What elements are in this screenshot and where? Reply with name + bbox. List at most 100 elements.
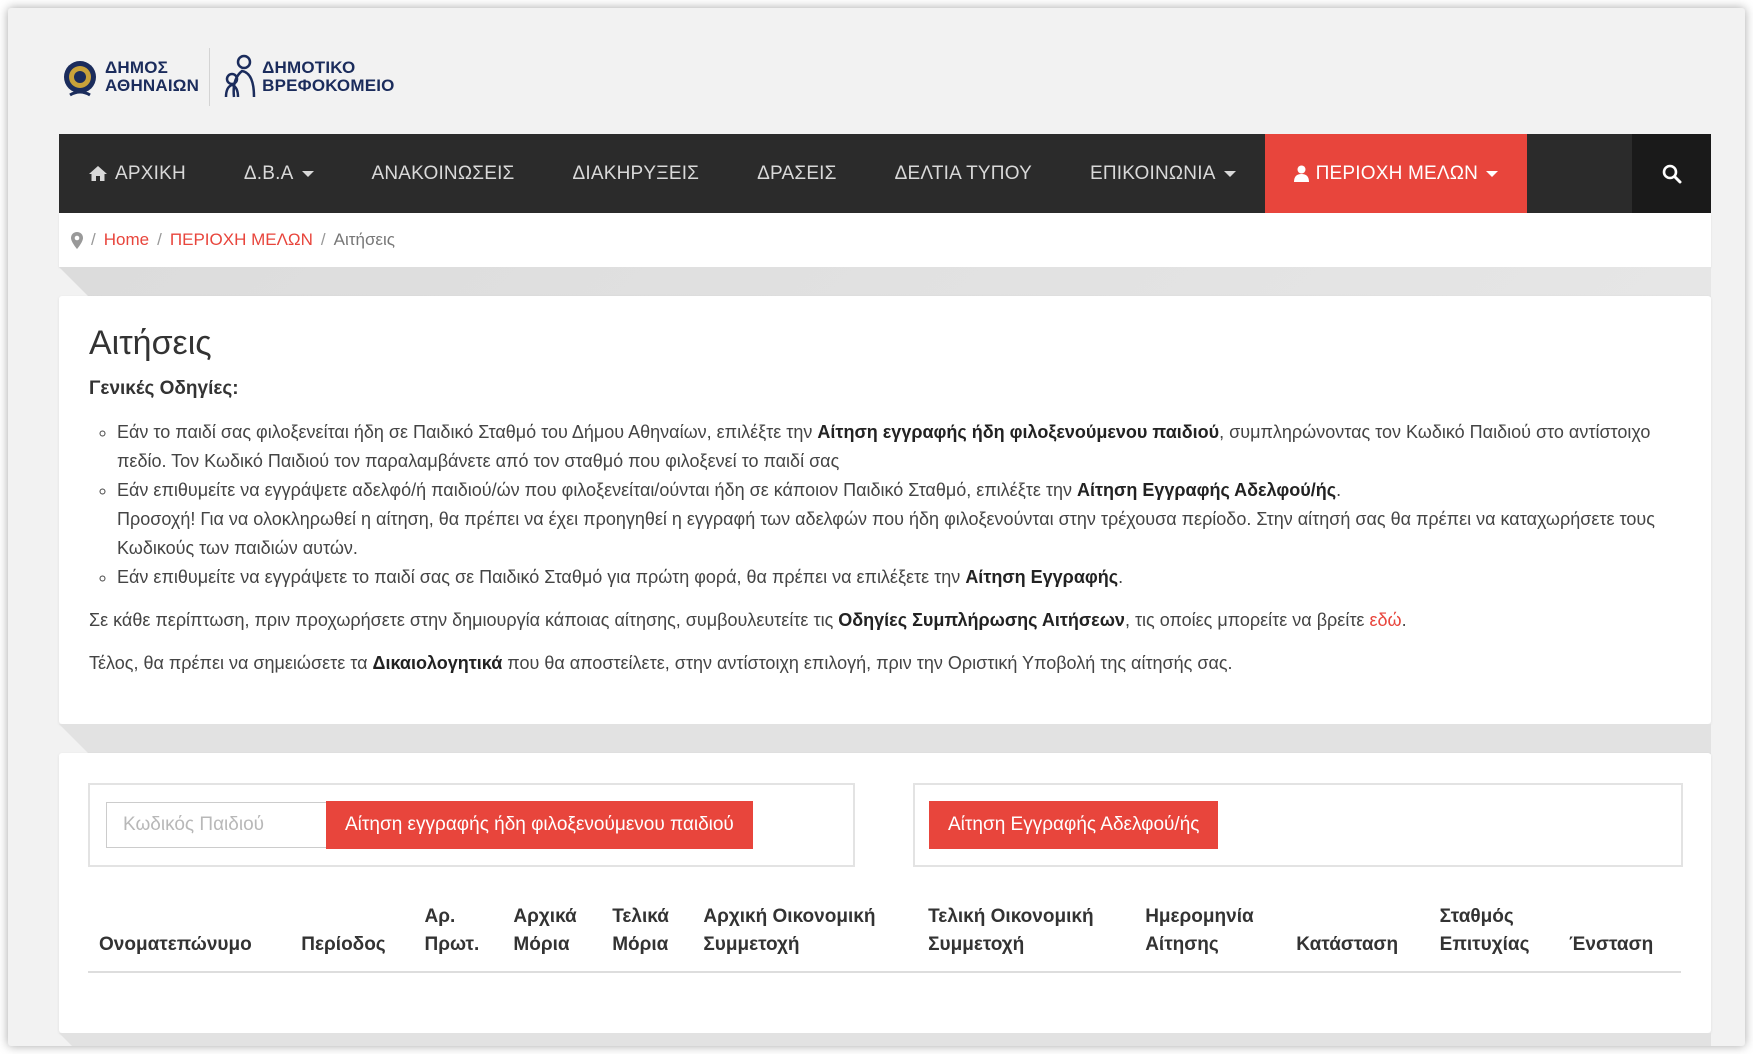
home-icon: [89, 166, 107, 181]
browser-window: ΔΗΜΟΣ ΑΘΗΝΑΙΩΝ ΔΗΜΟΤΙΚΟ ΒΡΕΦΟΚΟΜΕΙΟ ΑΡΧΙ…: [8, 8, 1745, 1046]
logo-divider: [209, 48, 211, 106]
col-header-line: Αρ.: [424, 906, 456, 927]
instruction-item: Εάν το παιδί σας φιλοξενείται ήδη σε Παι…: [117, 418, 1679, 476]
col-application-date[interactable]: Ημερομηνία Αίτησης: [1134, 893, 1286, 973]
col-assigned-station[interactable]: Σταθμός Επιτυχίας: [1428, 893, 1559, 973]
paragraph-text: Τέλος, θα πρέπει να σημειώσετε τα: [89, 653, 373, 673]
municipality-logo-line1: ΔΗΜΟΣ: [105, 58, 169, 77]
search-icon: [1662, 164, 1681, 183]
breadcrumb-separator: /: [157, 230, 162, 249]
col-period[interactable]: Περίοδος: [290, 893, 414, 973]
breadcrumb-members-link[interactable]: ΠΕΡΙΟΧΗ ΜΕΛΩΝ: [170, 230, 313, 250]
col-initial-points[interactable]: Αρχικά Μόρια: [502, 893, 602, 973]
instructions-card: Αιτήσεις Γενικές Οδηγίες: Εάν το παιδί σ…: [59, 296, 1711, 724]
instructions-body: Εάν το παιδί σας φιλοξενείται ήδη σε Παι…: [89, 418, 1679, 678]
nav-members-area-label: ΠΕΡΙΟΧΗ ΜΕΛΩΝ: [1315, 162, 1479, 184]
nav-home-label: ΑΡΧΙΚΗ: [115, 162, 186, 184]
instructions-list: Εάν το παιδί σας φιλοξενείται ήδη σε Παι…: [89, 418, 1679, 592]
guidelines-link[interactable]: εδώ: [1369, 610, 1401, 630]
user-icon: [1293, 165, 1309, 182]
breadcrumb-shadow: [59, 267, 1711, 297]
col-final-fee[interactable]: Τελική Οικονομική Συμμετοχή: [917, 893, 1135, 973]
col-status[interactable]: Κατάσταση: [1285, 893, 1429, 973]
nav-announcements[interactable]: ΑΝΑΚΟΙΝΩΣΕΙΣ: [343, 134, 544, 213]
nav-tenders-label: ΔΙΑΚΗΡΥΞΕΙΣ: [572, 162, 700, 184]
child-code-input[interactable]: [106, 802, 326, 848]
nav-contact[interactable]: ΕΠΙΚΟΙΝΩΝΙΑ: [1061, 134, 1265, 213]
nav-actions[interactable]: ΔΡΑΣΕΙΣ: [728, 134, 865, 213]
col-header-line: Κατάσταση: [1296, 934, 1399, 955]
card-shadow: [59, 1033, 1711, 1046]
applications-table: Ονοματεπώνυμο Περίοδος Αρ. Πρωτ. Αρχικά Μό…: [88, 893, 1681, 973]
nav-members-area[interactable]: ΠΕΡΙΟΧΗ ΜΕΛΩΝ: [1264, 134, 1528, 213]
municipality-logo-line2: ΑΘΗΝΑΙΩΝ: [105, 76, 200, 95]
instruction-text: Εάν επιθυμείτε να εγγράψετε το παιδί σας…: [117, 567, 966, 587]
applications-card: Αίτηση εγγραφής ήδη φιλοξενούμενου παιδι…: [59, 753, 1711, 1033]
instruction-text: Εάν επιθυμείτε να εγγράψετε αδελφό/ή παι…: [117, 480, 1078, 500]
page-title: Αιτήσεις: [89, 324, 212, 362]
sibling-application-button[interactable]: Αίτηση Εγγραφής Αδελφού/ής: [929, 801, 1219, 849]
col-header-line: Αρχικά: [513, 906, 577, 927]
nav-actions-label: ΔΡΑΣΕΙΣ: [757, 162, 837, 184]
breadcrumb-current: Αιτήσεις: [333, 230, 395, 249]
paragraph-text: , τις οποίες μπορείτε να βρείτε: [1124, 610, 1370, 630]
paragraph-text: Σε κάθε περίπτωση, πριν προχωρήσετε στην…: [89, 610, 839, 630]
paragraph-text: .: [1401, 610, 1407, 630]
nav-announcements-label: ΑΝΑΚΟΙΝΩΣΕΙΣ: [371, 162, 515, 184]
instruction-note: Προσοχή! Για να ολοκληρωθεί η αίτηση, θα…: [117, 509, 1655, 558]
col-header-line: Αρχική Οικονομική: [703, 906, 876, 927]
col-header-line: Μόρια: [513, 934, 570, 955]
breadcrumb: / Home / ΠΕΡΙΟΧΗ ΜΕΛΩΝ / Αιτήσεις: [59, 213, 1711, 267]
col-header-line: Ένσταση: [1569, 934, 1654, 955]
athens-seal-icon: [64, 61, 96, 97]
instruction-item: Εάν επιθυμείτε να εγγράψετε το παιδί σας…: [117, 563, 1679, 592]
documents-paragraph: Τέλος, θα πρέπει να σημειώσετε τα Δικαιο…: [89, 649, 1679, 678]
instruction-item: Εάν επιθυμείτε να εγγράψετε αδελφό/ή παι…: [117, 476, 1679, 563]
main-navbar: ΑΡΧΙΚΗ Δ.Β.Α ΑΝΑΚΟΙΝΩΣΕΙΣ ΔΙΑΚΗΡΥΞΕΙΣ ΔΡ…: [59, 134, 1711, 213]
nav-press-releases[interactable]: ΔΕΛΤΙΑ ΤΥΠΟΥ: [866, 134, 1061, 213]
logo-bar: ΔΗΜΟΣ ΑΘΗΝΑΙΩΝ ΔΗΜΟΤΙΚΟ ΒΡΕΦΟΚΟΜΕΙΟ: [62, 42, 395, 112]
guidelines-paragraph: Σε κάθε περίπτωση, πριν προχωρήσετε στην…: [89, 606, 1679, 635]
col-header-line: Περίοδος: [301, 934, 386, 955]
nav-tenders[interactable]: ΔΙΑΚΗΡΥΞΕΙΣ: [544, 134, 729, 213]
nursery-figure-icon: [224, 54, 256, 98]
instruction-bold: Αίτηση εγγραφής ήδη φιλοξενούμενου παιδι…: [817, 422, 1220, 442]
paragraph-bold: Δικαιολογητικά: [372, 653, 503, 673]
existing-child-application-button[interactable]: Αίτηση εγγραφής ήδη φιλοξενούμενου παιδι…: [326, 801, 753, 849]
municipality-logo[interactable]: ΔΗΜΟΣ ΑΘΗΝΑΙΩΝ: [62, 55, 199, 99]
caret-down-icon: [1486, 170, 1499, 177]
col-fullname[interactable]: Ονοματεπώνυμο: [88, 893, 291, 973]
col-header-line: Μόρια: [612, 934, 669, 955]
nursery-logo-line2: ΒΡΕΦΟΚΟΜΕΙΟ: [262, 76, 395, 95]
nav-contact-label: ΕΠΙΚΟΙΝΩΝΙΑ: [1089, 162, 1216, 184]
nav-home[interactable]: ΑΡΧΙΚΗ: [59, 134, 215, 213]
breadcrumb-home-link[interactable]: Home: [104, 230, 149, 250]
table-header-row: Ονοματεπώνυμο Περίοδος Αρ. Πρωτ. Αρχικά Μό…: [88, 893, 1681, 973]
instructions-heading: Γενικές Οδηγίες:: [89, 378, 239, 399]
map-marker-icon: [71, 231, 83, 249]
col-header-line: Τελική Οικονομική: [928, 906, 1094, 927]
paragraph-text: που θα αποστείλετε, στην αντίστοιχη επιλ…: [502, 653, 1233, 673]
nursery-logo-line1: ΔΗΜΟΤΙΚΟ: [262, 58, 356, 77]
instruction-bold: Αίτηση Εγγραφής: [965, 567, 1119, 587]
col-initial-fee[interactable]: Αρχική Οικονομική Συμμετοχή: [692, 893, 918, 973]
instruction-text: Εάν το παιδί σας φιλοξενείται ήδη σε Παι…: [117, 422, 818, 442]
col-header-line: Πρωτ.: [424, 934, 480, 955]
nav-dva-label: Δ.Β.Α: [243, 162, 294, 184]
col-final-points[interactable]: Τελικά Μόρια: [601, 893, 693, 973]
col-header-line: Τελικά: [612, 906, 669, 927]
col-header-line: Σταθμός: [1439, 906, 1514, 927]
col-objection[interactable]: Ένσταση: [1558, 893, 1681, 973]
paragraph-bold: Οδηγίες Συμπλήρωσης Αιτήσεων: [838, 610, 1125, 630]
caret-down-icon: [301, 170, 314, 177]
nav-press-releases-label: ΔΕΛΤΙΑ ΤΥΠΟΥ: [894, 162, 1032, 184]
search-button[interactable]: [1632, 134, 1711, 213]
nav-dva[interactable]: Δ.Β.Α: [215, 134, 343, 213]
col-header-line: Ονοματεπώνυμο: [99, 934, 252, 955]
col-header-line: Ημερομηνία: [1145, 906, 1254, 927]
col-protocol-number[interactable]: Αρ. Πρωτ.: [413, 893, 503, 973]
col-header-line: Συμμετοχή: [928, 934, 1025, 955]
col-header-line: Αίτησης: [1145, 934, 1219, 955]
nursery-logo[interactable]: ΔΗΜΟΤΙΚΟ ΒΡΕΦΟΚΟΜΕΙΟ: [220, 53, 395, 101]
